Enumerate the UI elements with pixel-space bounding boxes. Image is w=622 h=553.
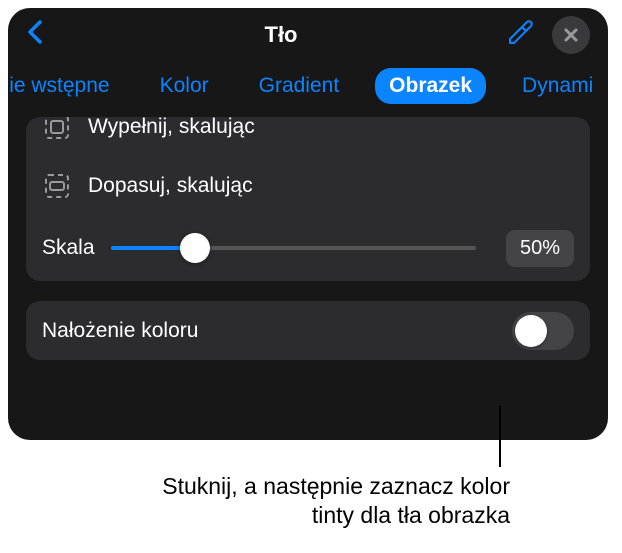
overlay-group: Nałożenie koloru [26, 301, 590, 360]
option-scale-fit[interactable]: Dopasuj, skalując [26, 156, 590, 215]
tab-image[interactable]: Obrazek [375, 68, 486, 104]
panel-title: Tło [265, 22, 298, 48]
back-icon[interactable] [26, 19, 56, 51]
callout-text: Stuknij, a następnie zaznacz kolor tinty… [132, 472, 510, 530]
color-overlay-toggle[interactable] [512, 312, 574, 350]
option-label: Wypełnij, skalując [88, 117, 255, 139]
option-label: Dopasuj, skalując [88, 174, 253, 198]
scale-slider-wrap [111, 246, 476, 250]
panel-header: Tło [8, 8, 608, 62]
background-panel: Tło wienie wstępne Kolor Gradient Obraze… [8, 8, 608, 440]
scale-slider-row: Skala 50% [26, 215, 590, 281]
toggle-knob [515, 315, 547, 347]
scale-slider[interactable] [111, 246, 476, 250]
fill-type-tabs: wienie wstępne Kolor Gradient Obrazek Dy… [8, 62, 608, 117]
scale-fill-icon [42, 117, 72, 142]
scale-label: Skala [42, 236, 95, 260]
close-button[interactable] [552, 16, 590, 54]
scaling-group: Wypełnij, skalując Dopasuj, skalując Ska… [26, 117, 590, 281]
scale-value[interactable]: 50% [506, 230, 574, 267]
eyedropper-icon[interactable] [506, 19, 534, 52]
scale-fit-icon [42, 171, 72, 201]
tab-gradient[interactable]: Gradient [245, 68, 354, 104]
tab-color[interactable]: Kolor [146, 68, 223, 104]
color-overlay-row[interactable]: Nałożenie koloru [26, 301, 590, 360]
callout-leader-line [499, 406, 501, 467]
overlay-label: Nałożenie koloru [42, 319, 198, 343]
tab-preset[interactable]: wienie wstępne [8, 68, 124, 104]
tab-dynamic[interactable]: Dynami [508, 68, 607, 104]
option-scale-fill[interactable]: Wypełnij, skalując [26, 117, 590, 156]
header-actions [506, 16, 590, 54]
panel-content: Wypełnij, skalując Dopasuj, skalując Ska… [8, 117, 608, 360]
slider-thumb[interactable] [180, 233, 210, 263]
